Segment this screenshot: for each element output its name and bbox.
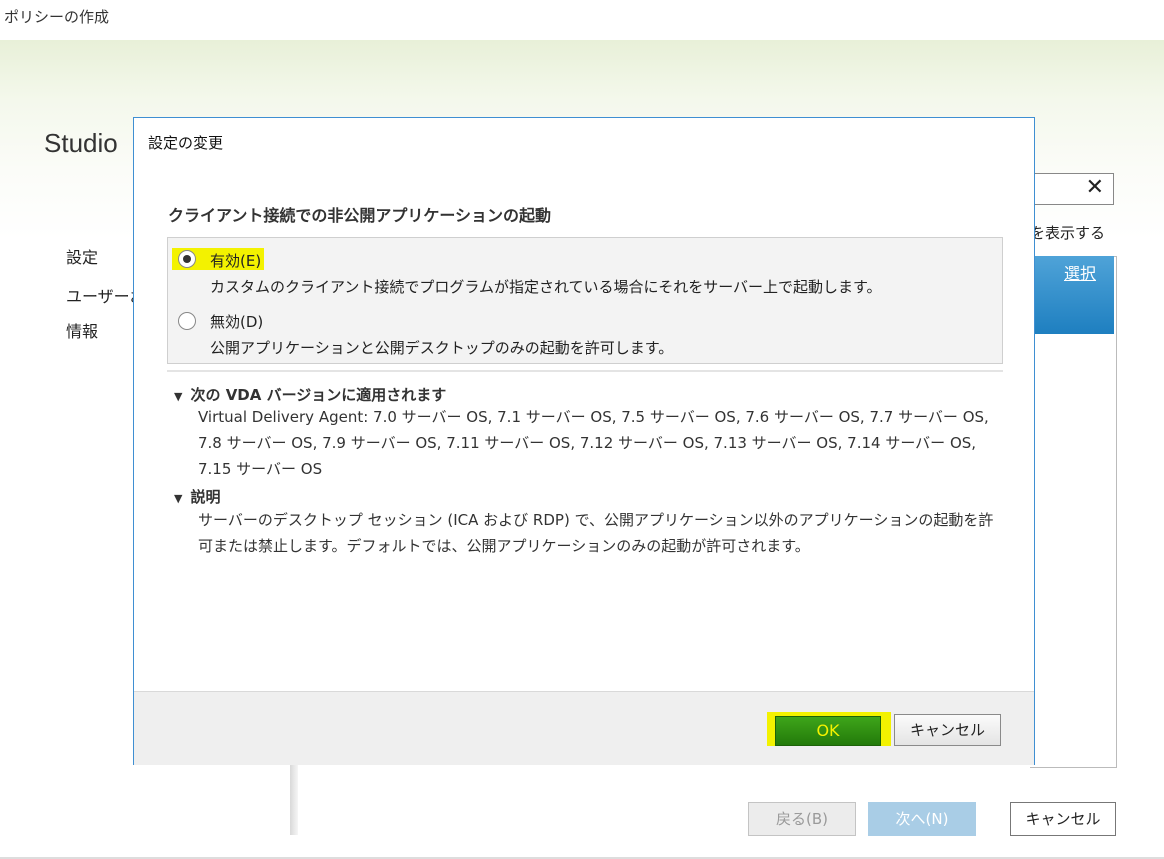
enabled-label[interactable]: 有効(E) [210, 250, 261, 271]
dialog-title: 設定の変更 [148, 134, 224, 152]
disabled-label[interactable]: 無効(D) [210, 311, 263, 332]
back-button[interactable]: 戻る(B) [748, 802, 856, 836]
collapse-triangle-icon[interactable]: ▼ [174, 390, 182, 403]
disabled-radio[interactable] [178, 312, 196, 330]
nav-item-info[interactable]: 情報 [66, 318, 98, 342]
option-group: 有効(E) カスタムのクライアント接続でプログラムが指定されている場合にそれをサ… [167, 237, 1003, 364]
studio-label: Studio [44, 128, 118, 158]
clear-search-icon[interactable]: ✕ [1086, 175, 1104, 200]
vda-section-title: 次の VDA バージョンに適用されます [190, 386, 447, 404]
nav-item-settings[interactable]: 設定 [66, 244, 98, 268]
divider [167, 370, 1003, 372]
enabled-radio[interactable] [178, 250, 196, 268]
dialog-cancel-button[interactable]: キャンセル [894, 714, 1001, 746]
disabled-description: 公開アプリケーションと公開デスクトップのみの起動を許可します。 [210, 339, 674, 357]
ok-button[interactable]: OK [775, 716, 881, 746]
enabled-description: カスタムのクライアント接続でプログラムが指定されている場合にそれをサーバー上で起… [210, 278, 882, 296]
vda-section-header[interactable]: ▼ 次の VDA バージョンに適用されます [174, 384, 446, 405]
description-section-title: 説明 [190, 488, 221, 506]
next-button[interactable]: 次へ(N) [868, 802, 976, 836]
wizard-cancel-button[interactable]: キャンセル [1010, 802, 1116, 836]
select-link[interactable]: 選択 [1064, 260, 1096, 284]
edit-setting-dialog: 設定の変更 クライアント接続での非公開アプリケーションの起動 有効(E) カスタ… [133, 117, 1035, 765]
collapse-triangle-icon[interactable]: ▼ [174, 492, 182, 505]
description-section-header[interactable]: ▼ 説明 [174, 486, 220, 507]
vda-section-body: Virtual Delivery Agent: 7.0 サーバー OS, 7.1… [198, 408, 989, 478]
description-section-body: サーバーのデスクトップ セッション (ICA および RDP) で、公開アプリケ… [198, 511, 994, 555]
setting-heading: クライアント接続での非公開アプリケーションの起動 [168, 206, 552, 225]
window-title: ポリシーの作成 [4, 8, 110, 26]
panel-divider [290, 765, 298, 835]
show-option-label[interactable]: を表示する [1030, 222, 1105, 243]
radio-selected-dot [183, 255, 191, 263]
